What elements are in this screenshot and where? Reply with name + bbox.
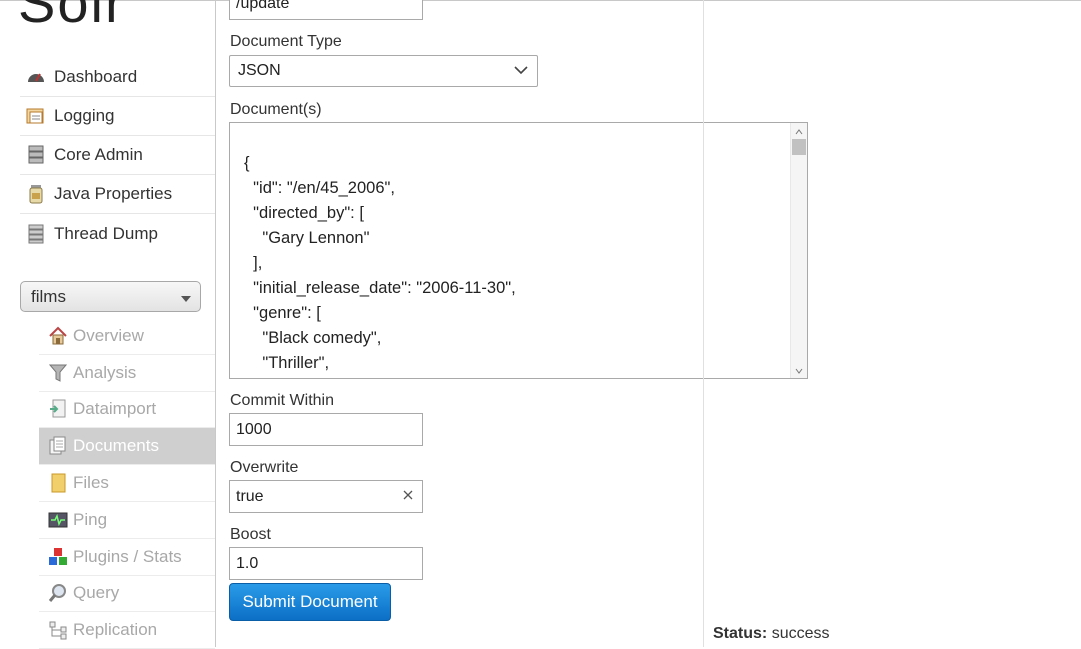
core-nav-label: Dataimport bbox=[73, 399, 157, 419]
documents-textarea[interactable]: { "id": "/en/45_2006", "directed_by": [ … bbox=[229, 122, 808, 379]
documents-icon bbox=[48, 436, 68, 456]
nav-item-label: Core Admin bbox=[54, 145, 143, 164]
nav-item-label: Java Properties bbox=[54, 184, 173, 203]
analysis-icon bbox=[48, 363, 68, 383]
main-nav: Dashboard Logging Core Admin Java Proper… bbox=[20, 58, 215, 253]
thread-dump-icon bbox=[26, 224, 46, 244]
core-nav-label: Ping bbox=[73, 509, 108, 529]
solr-logo[interactable]: Solr bbox=[18, 0, 138, 40]
request-handler-input[interactable]: /update bbox=[229, 0, 423, 20]
nav-item-java-properties[interactable]: Java Properties bbox=[20, 175, 215, 214]
core-nav: Overview Analysis Dataimport Documents F… bbox=[39, 318, 215, 649]
nav-item-dashboard[interactable]: Dashboard bbox=[20, 58, 215, 97]
core-nav-label: Analysis bbox=[73, 362, 137, 382]
core-nav-item-dataimport[interactable]: Dataimport bbox=[39, 392, 215, 429]
files-icon bbox=[48, 473, 68, 493]
core-nav-item-replication[interactable]: Replication bbox=[39, 612, 215, 649]
scroll-up-icon[interactable] bbox=[793, 125, 805, 137]
core-nav-label: Query bbox=[73, 583, 120, 603]
caret-down-icon bbox=[181, 296, 191, 302]
commit-within-value: 1000 bbox=[236, 420, 272, 438]
overwrite-value: true bbox=[236, 487, 264, 505]
nav-item-logging[interactable]: Logging bbox=[20, 97, 215, 136]
documents-label: Document(s) bbox=[230, 101, 322, 118]
core-admin-icon bbox=[26, 145, 46, 165]
core-nav-label: Documents bbox=[73, 436, 159, 456]
overwrite-input[interactable]: true bbox=[229, 480, 423, 513]
solr-logo-mark: Solr bbox=[18, 0, 126, 34]
nav-item-label: Thread Dump bbox=[54, 223, 158, 243]
core-nav-item-analysis[interactable]: Analysis bbox=[39, 355, 215, 392]
submit-document-button[interactable]: Submit Document bbox=[229, 583, 391, 621]
query-icon bbox=[48, 583, 68, 603]
chevron-down-icon bbox=[513, 62, 529, 83]
status-value: success bbox=[771, 625, 830, 642]
nav-item-label: Dashboard bbox=[54, 67, 138, 86]
scrollbar-thumb[interactable] bbox=[792, 139, 806, 155]
sidebar: Solr Dashboard Logging Core Admin Jav bbox=[0, 0, 215, 649]
replication-icon bbox=[48, 620, 68, 640]
status-line: Status: success bbox=[713, 625, 829, 643]
nav-item-label: Logging bbox=[54, 106, 115, 125]
sidebar-divider bbox=[215, 0, 216, 647]
nav-item-thread-dump[interactable]: Thread Dump bbox=[20, 214, 215, 253]
clear-icon[interactable] bbox=[402, 488, 414, 506]
document-type-select[interactable]: JSON bbox=[229, 55, 538, 87]
plugins-icon bbox=[48, 547, 68, 567]
logging-icon bbox=[26, 106, 46, 126]
core-nav-item-plugins-stats[interactable]: Plugins / Stats bbox=[39, 539, 215, 576]
dataimport-icon bbox=[48, 399, 68, 419]
commit-within-label: Commit Within bbox=[230, 392, 335, 409]
core-nav-item-query[interactable]: Query bbox=[39, 576, 215, 613]
ping-icon bbox=[48, 510, 68, 530]
document-type-label: Document Type bbox=[230, 33, 342, 50]
core-nav-label: Replication bbox=[73, 620, 158, 640]
nav-item-core-admin[interactable]: Core Admin bbox=[20, 136, 215, 175]
documents-scrollbar[interactable] bbox=[790, 123, 807, 378]
status-label: Status: bbox=[713, 625, 768, 642]
svg-text:Solr: Solr bbox=[18, 0, 126, 28]
boost-label: Boost bbox=[230, 526, 271, 543]
results-divider bbox=[703, 0, 704, 647]
core-nav-item-documents[interactable]: Documents bbox=[39, 428, 215, 466]
boost-input[interactable]: 1.0 bbox=[229, 547, 423, 580]
core-selector[interactable]: films bbox=[20, 281, 201, 312]
overview-icon bbox=[48, 326, 68, 346]
java-properties-icon bbox=[26, 184, 46, 204]
scroll-down-icon[interactable] bbox=[793, 364, 805, 376]
core-nav-label: Files bbox=[73, 473, 109, 493]
core-nav-label: Plugins / Stats bbox=[73, 546, 182, 566]
core-nav-item-overview[interactable]: Overview bbox=[39, 318, 215, 355]
core-nav-label: Overview bbox=[73, 325, 144, 345]
core-nav-item-ping[interactable]: Ping bbox=[39, 502, 215, 539]
overwrite-label: Overwrite bbox=[230, 459, 299, 476]
boost-value: 1.0 bbox=[236, 554, 259, 572]
core-nav-item-files[interactable]: Files bbox=[39, 465, 215, 502]
document-type-value: JSON bbox=[238, 62, 281, 79]
commit-within-input[interactable]: 1000 bbox=[229, 413, 423, 446]
core-selector-value: films bbox=[31, 286, 66, 306]
documents-text: { "id": "/en/45_2006", "directed_by": [ … bbox=[244, 154, 516, 372]
request-handler-value: /update bbox=[236, 0, 290, 12]
dashboard-icon bbox=[26, 67, 46, 87]
